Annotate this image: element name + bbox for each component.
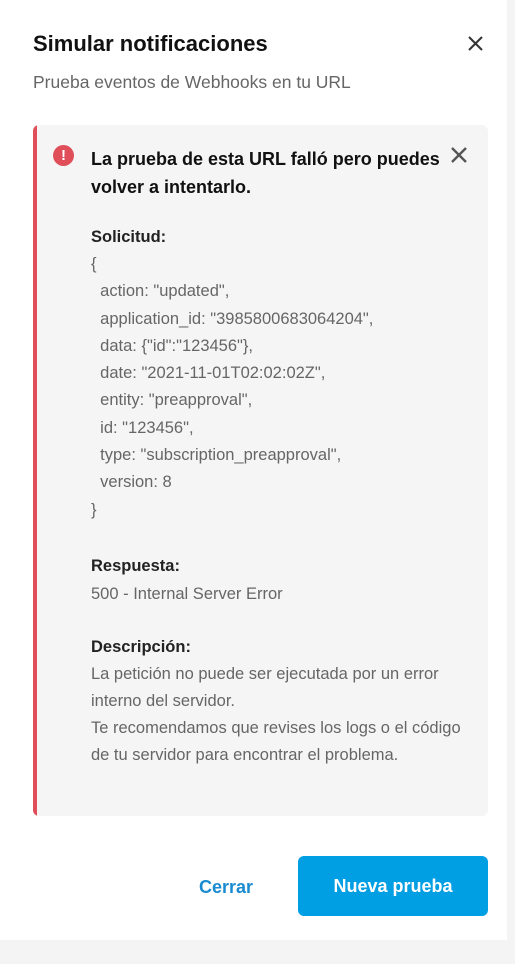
error-icon: ! (53, 145, 74, 166)
response-value: 500 - Internal Server Error (91, 585, 283, 603)
dialog-title: Simular notificaciones (33, 31, 268, 56)
response-label: Respuesta: (91, 557, 180, 575)
simulate-notifications-dialog: Simular notificaciones Prueba eventos de… (0, 0, 507, 940)
dialog-subtitle: Prueba eventos de Webhooks en tu URL (33, 72, 351, 92)
new-test-button[interactable]: Nueva prueba (298, 856, 488, 916)
close-icon[interactable] (460, 29, 490, 59)
description-text-2: Te recomendamos que revises los logs o e… (91, 719, 461, 765)
description-label: Descripción: (91, 638, 191, 656)
backdrop-bottom (0, 940, 515, 964)
alert-title: La prueba de esta URL falló pero puedes … (91, 149, 440, 197)
alert-close-icon[interactable] (449, 145, 469, 165)
error-alert-card: ! La prueba de esta URL falló pero puede… (33, 125, 488, 816)
alert-accent-bar (33, 125, 37, 816)
backdrop-right (507, 0, 515, 964)
description-text-1: La petición no puede ser ejecutada por u… (91, 665, 439, 711)
request-body: { action: "updated", application_id: "39… (91, 255, 374, 519)
request-label: Solicitud: (91, 228, 167, 246)
close-button[interactable]: Cerrar (186, 870, 266, 904)
